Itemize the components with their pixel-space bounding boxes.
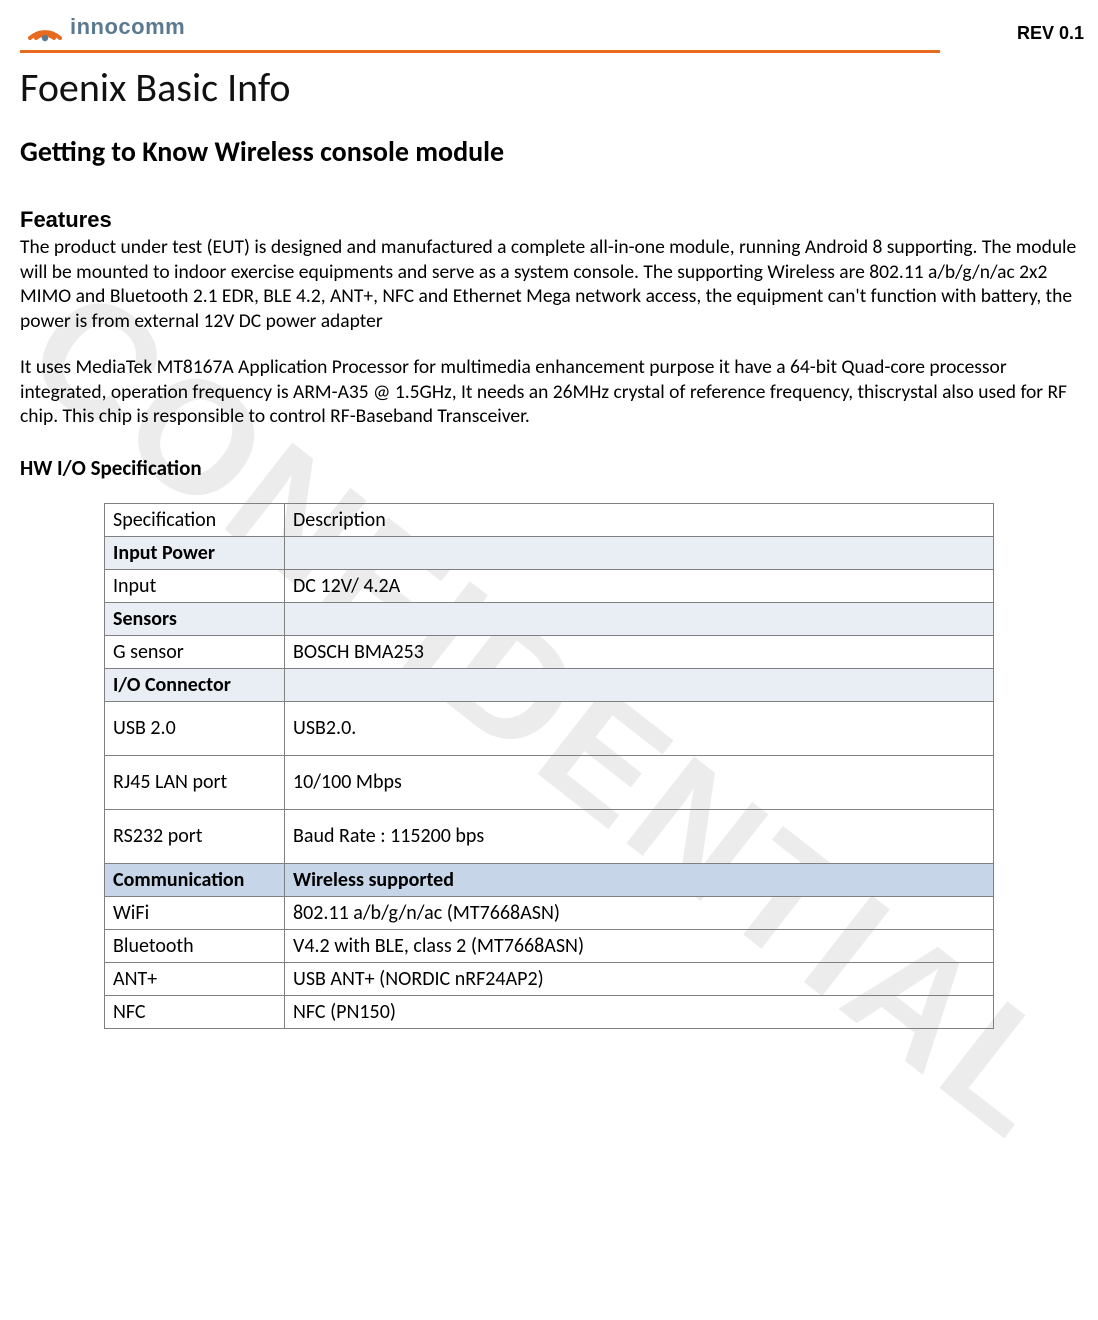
- table-cell: 802.11 a/b/g/n/ac (MT7668ASN): [285, 896, 994, 929]
- table-cell: Input: [105, 569, 285, 602]
- table-cell: USB2.0.: [285, 701, 994, 755]
- table-cell: Specification: [105, 503, 285, 536]
- spec-table: SpecificationDescriptionInput PowerInput…: [104, 503, 994, 1029]
- table-row: ANT+USB ANT+ (NORDIC nRF24AP2): [105, 962, 994, 995]
- content: Foenix Basic Info Getting to Know Wirele…: [10, 63, 1088, 1029]
- table-cell: NFC (PN150): [285, 995, 994, 1028]
- table-row: InputDC 12V/ 4.2A: [105, 569, 994, 602]
- table-cell: [285, 602, 994, 635]
- table-cell: Bluetooth: [105, 929, 285, 962]
- table-cell: USB 2.0: [105, 701, 285, 755]
- table-cell: RS232 port: [105, 809, 285, 863]
- table-row: G sensorBOSCH BMA253: [105, 635, 994, 668]
- hw-io-spec-heading: HW I/O Specification: [20, 455, 1078, 481]
- page-title: Foenix Basic Info: [20, 63, 1078, 112]
- table-cell: Communication: [105, 863, 285, 896]
- table-cell: Input Power: [105, 536, 285, 569]
- table-row: NFCNFC (PN150): [105, 995, 994, 1028]
- spec-table-wrap: SpecificationDescriptionInput PowerInput…: [20, 503, 1078, 1029]
- table-cell: [285, 668, 994, 701]
- table-cell: Baud Rate : 115200 bps: [285, 809, 994, 863]
- table-cell: Description: [285, 503, 994, 536]
- table-row: Input Power: [105, 536, 994, 569]
- wifi-arc-icon: [26, 8, 64, 46]
- table-cell: G sensor: [105, 635, 285, 668]
- page: innocomm REV 0.1 Foenix Basic Info Getti…: [0, 0, 1098, 1029]
- table-cell: 10/100 Mbps: [285, 755, 994, 809]
- table-cell: Wireless supported: [285, 863, 994, 896]
- table-cell: [285, 536, 994, 569]
- logo: innocomm: [10, 8, 185, 46]
- table-row: CommunicationWireless supported: [105, 863, 994, 896]
- revision-label: REV 0.1: [1017, 23, 1088, 46]
- table-row: RJ45 LAN port10/100 Mbps: [105, 755, 994, 809]
- logo-text: innocomm: [70, 14, 185, 40]
- table-row: I/O Connector: [105, 668, 994, 701]
- table-cell: DC 12V/ 4.2A: [285, 569, 994, 602]
- table-row: BluetoothV4.2 with BLE, class 2 (MT7668A…: [105, 929, 994, 962]
- table-cell: NFC: [105, 995, 285, 1028]
- page-subtitle: Getting to Know Wireless console module: [20, 134, 1078, 169]
- table-cell: Sensors: [105, 602, 285, 635]
- table-cell: BOSCH BMA253: [285, 635, 994, 668]
- table-cell: ANT+: [105, 962, 285, 995]
- table-cell: RJ45 LAN port: [105, 755, 285, 809]
- table-row: Sensors: [105, 602, 994, 635]
- features-paragraph-1: The product under test (EUT) is designed…: [20, 235, 1078, 333]
- table-row: WiFi802.11 a/b/g/n/ac (MT7668ASN): [105, 896, 994, 929]
- features-heading: Features: [20, 207, 1078, 233]
- page-header: innocomm REV 0.1: [10, 0, 1088, 46]
- table-cell: V4.2 with BLE, class 2 (MT7668ASN): [285, 929, 994, 962]
- table-cell: I/O Connector: [105, 668, 285, 701]
- table-row: USB 2.0USB2.0.: [105, 701, 994, 755]
- table-row: SpecificationDescription: [105, 503, 994, 536]
- table-row: RS232 portBaud Rate : 115200 bps: [105, 809, 994, 863]
- table-cell: WiFi: [105, 896, 285, 929]
- features-paragraph-2: It uses MediaTek MT8167A Application Pro…: [20, 355, 1078, 429]
- table-cell: USB ANT+ (NORDIC nRF24AP2): [285, 962, 994, 995]
- header-rule: [20, 50, 940, 53]
